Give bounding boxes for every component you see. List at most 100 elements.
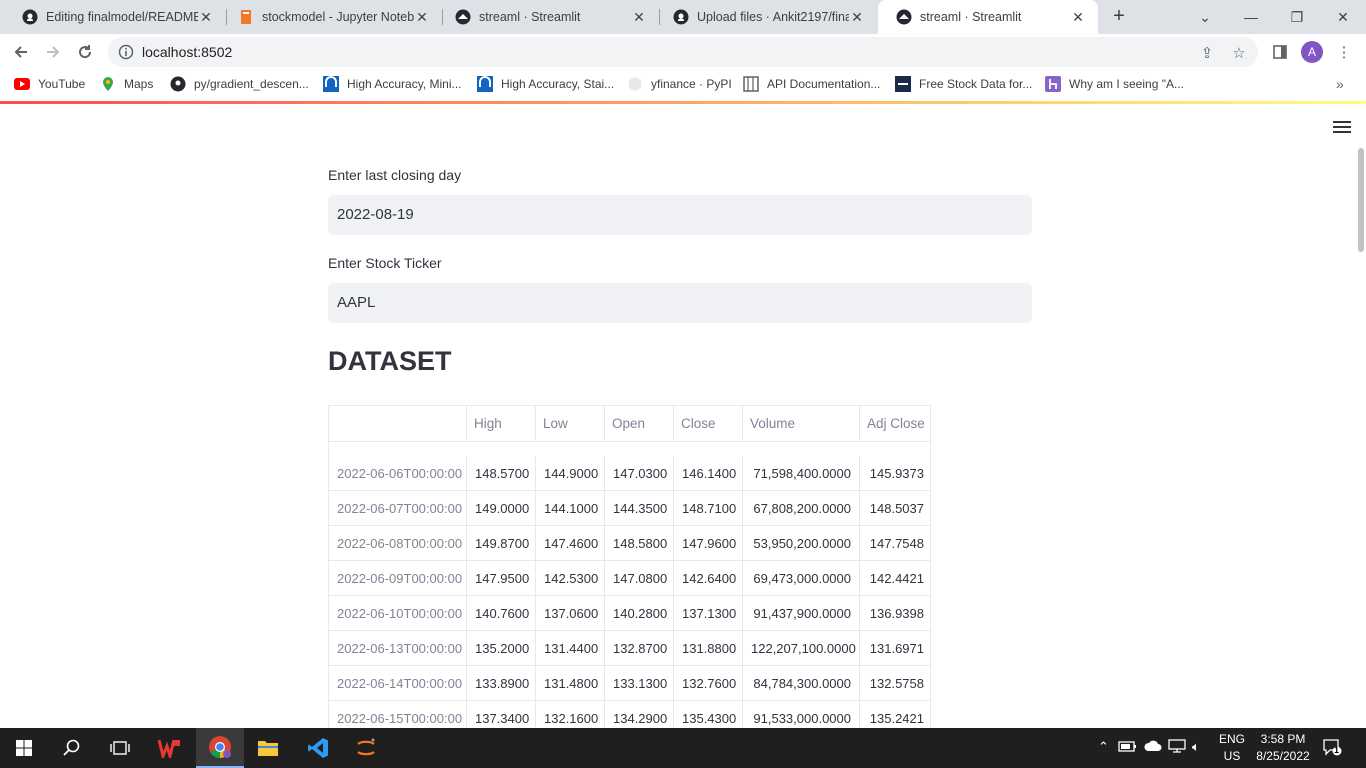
chevron-right-icon[interactable]: » (1336, 76, 1344, 92)
row-index[interactable]: 2022-06-15T00:00:00 (329, 701, 467, 728)
cell-adj-close[interactable]: 148.5037 (860, 491, 930, 526)
cell-low[interactable]: 147.4600 (536, 526, 605, 561)
bookmark-free-stock-data[interactable]: Free Stock Data for... (895, 76, 1032, 92)
minimize-icon[interactable]: — (1228, 0, 1274, 34)
cell-adj-close[interactable]: 135.2421 (860, 701, 930, 728)
column-header-low[interactable]: Low (536, 406, 605, 442)
cell-volume[interactable]: 67,808,200.0000 (743, 491, 860, 526)
onedrive-cloud-icon[interactable] (1143, 739, 1163, 756)
language-indicator[interactable]: ENG US (1218, 731, 1246, 765)
tab-jupyter[interactable]: stockmodel - Jupyter Notebo ✕ (220, 0, 442, 34)
profile-avatar[interactable]: A (1301, 41, 1323, 63)
row-index[interactable]: 2022-06-10T00:00:00 (329, 596, 467, 631)
bookmark-api-documentation[interactable]: API Documentation... (743, 76, 880, 92)
cell-high[interactable]: 140.7600 (467, 596, 536, 631)
cell-low[interactable]: 137.0600 (536, 596, 605, 631)
cell-volume[interactable]: 69,473,000.0000 (743, 561, 860, 596)
system-clock[interactable]: 3:58 PM 8/25/2022 (1252, 731, 1314, 765)
row-index[interactable]: 2022-06-13T00:00:00 (329, 631, 467, 666)
cell-adj-close[interactable]: 136.9398 (860, 596, 930, 631)
cell-high[interactable]: 137.3400 (467, 701, 536, 728)
forward-arrow-icon[interactable] (40, 39, 66, 65)
row-index[interactable]: 2022-06-06T00:00:00 (329, 456, 467, 491)
cell-close[interactable]: 148.7100 (674, 491, 743, 526)
restore-icon[interactable]: ❐ (1274, 0, 1320, 34)
cell-adj-close[interactable]: 131.6971 (860, 631, 930, 666)
cell-volume[interactable]: 91,533,000.0000 (743, 701, 860, 728)
reload-icon[interactable] (72, 39, 98, 65)
tab-search-chevron-icon[interactable]: ⌄ (1182, 0, 1228, 34)
page-scrollbar[interactable] (1358, 148, 1364, 252)
jupyter-app-icon[interactable] (342, 728, 390, 768)
ticker-input[interactable]: AAPL (328, 283, 1032, 323)
new-tab-icon[interactable]: + (1108, 6, 1130, 28)
cell-open[interactable]: 147.0300 (605, 456, 674, 491)
cell-close[interactable]: 135.4300 (674, 701, 743, 728)
row-index[interactable]: 2022-06-09T00:00:00 (329, 561, 467, 596)
close-icon[interactable]: ✕ (198, 9, 214, 25)
column-header-high[interactable]: High (467, 406, 536, 442)
bookmark-high-accuracy-mini[interactable]: High Accuracy, Mini... (323, 76, 461, 92)
address-bar[interactable]: localhost:8502 ⇪ ☆ (108, 37, 1258, 67)
search-icon[interactable] (48, 728, 96, 768)
closing-day-input[interactable]: 2022-08-19 (328, 195, 1032, 235)
hamburger-menu-icon[interactable] (1333, 121, 1351, 135)
show-hidden-icons-chevron-icon[interactable]: ⌃ (1098, 739, 1109, 755)
bookmark-youtube[interactable]: YouTube (14, 76, 85, 92)
cell-low[interactable]: 144.1000 (536, 491, 605, 526)
cell-open[interactable]: 134.2900 (605, 701, 674, 728)
cell-volume[interactable]: 84,784,300.0000 (743, 666, 860, 701)
cell-close[interactable]: 142.6400 (674, 561, 743, 596)
cell-volume[interactable]: 91,437,900.0000 (743, 596, 860, 631)
close-icon[interactable]: ✕ (849, 9, 865, 25)
bookmark-yfinance[interactable]: yfinance · PyPI (627, 76, 732, 92)
side-panel-icon[interactable] (1270, 42, 1290, 62)
cell-adj-close[interactable]: 147.7548 (860, 526, 930, 561)
column-header-open[interactable]: Open (605, 406, 674, 442)
cell-close[interactable]: 132.7600 (674, 666, 743, 701)
row-index[interactable]: 2022-06-08T00:00:00 (329, 526, 467, 561)
battery-icon[interactable] (1118, 739, 1138, 756)
column-header-volume[interactable]: Volume (743, 406, 860, 442)
network-icon[interactable] (1168, 739, 1186, 756)
cell-close[interactable]: 137.1300 (674, 596, 743, 631)
close-icon[interactable]: ✕ (414, 9, 430, 25)
cell-low[interactable]: 142.5300 (536, 561, 605, 596)
close-icon[interactable]: ✕ (1070, 9, 1086, 25)
cell-open[interactable]: 148.5800 (605, 526, 674, 561)
share-icon[interactable]: ⇪ (1198, 44, 1216, 62)
bookmark-star-icon[interactable]: ☆ (1230, 44, 1248, 62)
cell-adj-close[interactable]: 142.4421 (860, 561, 930, 596)
cell-high[interactable]: 147.9500 (467, 561, 536, 596)
chrome-icon[interactable] (196, 728, 244, 768)
cell-open[interactable]: 133.1300 (605, 666, 674, 701)
tab-upload-files[interactable]: Upload files · Ankit2197/final ✕ (655, 0, 877, 34)
cell-close[interactable]: 131.8800 (674, 631, 743, 666)
back-arrow-icon[interactable] (8, 39, 34, 65)
column-header-close[interactable]: Close (674, 406, 743, 442)
more-menu-icon[interactable]: ⋮ (1334, 42, 1354, 62)
file-explorer-icon[interactable] (244, 728, 292, 768)
site-info-icon[interactable] (118, 44, 134, 60)
notification-center-icon[interactable]: 1 (1322, 738, 1344, 758)
windows-start-icon[interactable] (0, 728, 48, 768)
volume-icon[interactable]: 🔈︎ (1192, 739, 1200, 755)
tab-editing-readme[interactable]: Editing finalmodel/README.m ✕ (4, 0, 226, 34)
cell-adj-close[interactable]: 132.5758 (860, 666, 930, 701)
cell-low[interactable]: 131.4400 (536, 631, 605, 666)
window-close-icon[interactable]: ✕ (1320, 0, 1366, 34)
cell-open[interactable]: 132.8700 (605, 631, 674, 666)
wps-office-icon[interactable] (146, 728, 194, 768)
close-icon[interactable]: ✕ (631, 9, 647, 25)
cell-open[interactable]: 140.2800 (605, 596, 674, 631)
row-index[interactable]: 2022-06-14T00:00:00 (329, 666, 467, 701)
task-view-icon[interactable] (96, 728, 144, 768)
dataset-table[interactable]: High Low Open Close Volume Adj Close 202… (328, 405, 931, 728)
bookmark-why-am-i-seeing[interactable]: Why am I seeing "A... (1045, 76, 1184, 92)
tab-streamlit-active[interactable]: streaml · Streamlit ✕ (878, 0, 1098, 34)
cell-close[interactable]: 146.1400 (674, 456, 743, 491)
cell-high[interactable]: 149.0000 (467, 491, 536, 526)
row-index[interactable]: 2022-06-07T00:00:00 (329, 491, 467, 526)
cell-volume[interactable]: 53,950,200.0000 (743, 526, 860, 561)
tab-streamlit-1[interactable]: streaml · Streamlit ✕ (437, 0, 659, 34)
